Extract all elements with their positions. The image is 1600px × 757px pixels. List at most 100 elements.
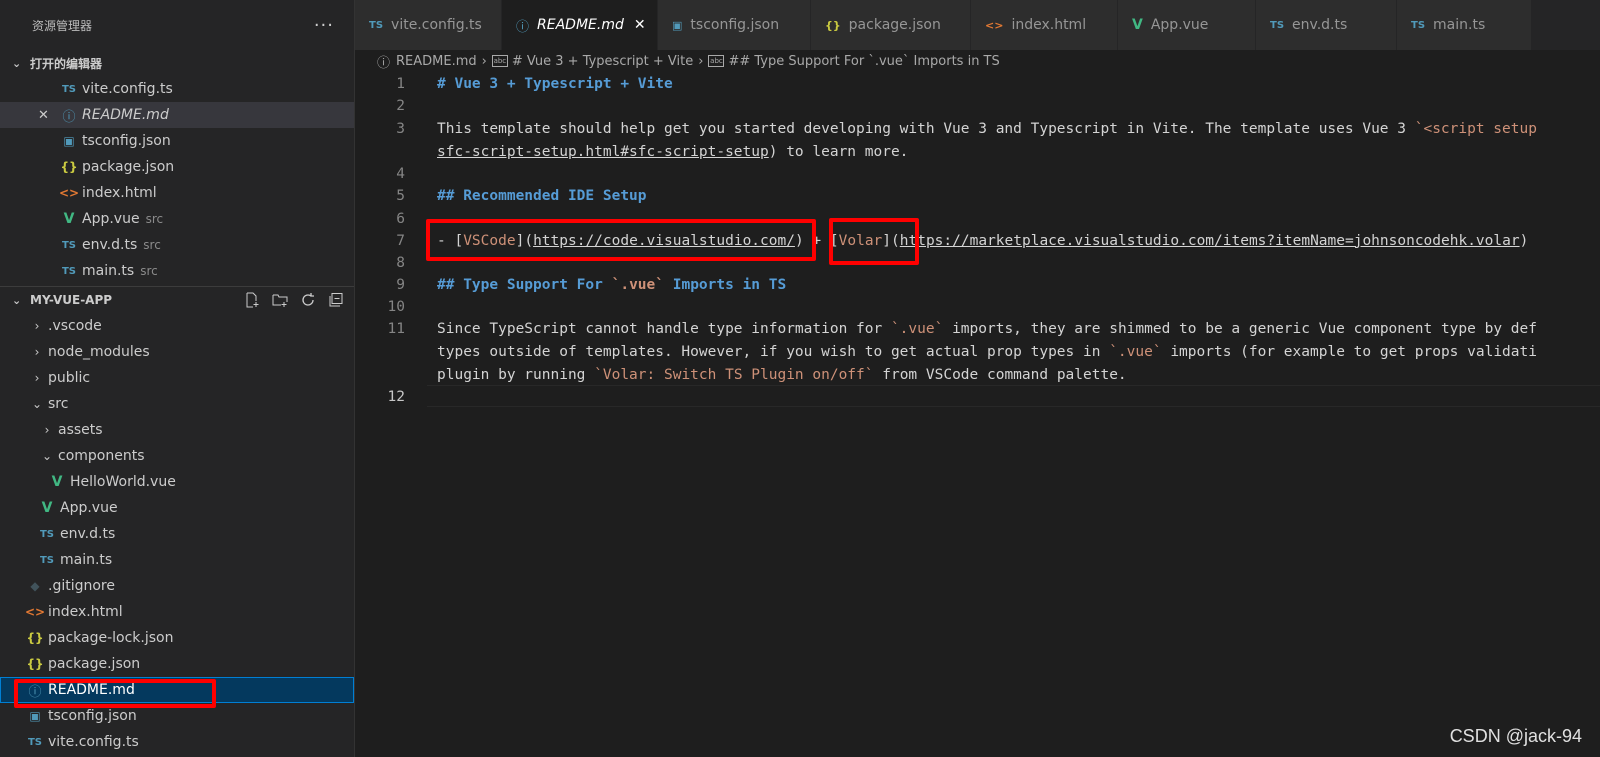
tree-file[interactable]: {} package.json	[0, 651, 354, 677]
url-text[interactable]: https://marketplace.visualstudio.com/ite…	[900, 233, 1520, 249]
close-tab-icon[interactable]: ✕	[634, 17, 646, 33]
current-line-highlight	[427, 385, 1600, 407]
line-text: # Vue 3 + Typescript + Vite	[437, 75, 673, 92]
annotation-box-readme	[14, 679, 216, 708]
line-number: 9	[396, 276, 405, 293]
open-editor-item[interactable]: ▣ tsconfig.json	[0, 128, 354, 154]
tab-label: tsconfig.json	[690, 17, 780, 33]
tree-file[interactable]: {} package-lock.json	[0, 625, 354, 651]
breadcrumb-separator: ›	[481, 53, 487, 69]
project-section-header[interactable]: ⌄ MY-VUE-APP	[0, 287, 354, 313]
breadcrumb-file[interactable]: README.md	[396, 54, 477, 69]
explorer-header: 资源管理器 ···	[0, 0, 354, 50]
tab-env-d-ts[interactable]: TS env.d.ts	[1256, 0, 1397, 50]
tab-label: env.d.ts	[1292, 17, 1348, 33]
bracket: )	[1519, 232, 1529, 249]
open-editor-item[interactable]: {} package.json	[0, 154, 354, 180]
tree-folder[interactable]: › node_modules	[0, 339, 354, 365]
tab-app-vue[interactable]: V App.vue	[1118, 0, 1256, 50]
line-number: 5	[396, 187, 405, 204]
text-segment: Since TypeScript cannot handle type info…	[437, 320, 891, 337]
line-text: ## Type Support For `.vue` Imports in TS	[437, 277, 786, 293]
tree-label: package.json	[48, 656, 141, 672]
line-text: plugin by running `Volar: Switch TS Plug…	[437, 367, 1127, 383]
tab-package-json[interactable]: {} package.json	[811, 0, 971, 50]
tree-folder[interactable]: › .vscode	[0, 313, 354, 339]
text-segment: Imports in TS	[664, 276, 787, 293]
text-segment: ) to learn more.	[768, 143, 909, 160]
breadcrumb-heading-1[interactable]: # Vue 3 + Typescript + Vite	[512, 54, 693, 69]
more-actions-icon[interactable]: ···	[314, 15, 334, 36]
tree-label: .gitignore	[48, 578, 115, 594]
line-number: 8	[396, 254, 405, 271]
tab-label: package.json	[848, 17, 941, 33]
open-editor-item-active[interactable]: ✕ ⓘ README.md	[0, 102, 354, 128]
tab-tsconfig[interactable]: ▣ tsconfig.json	[658, 0, 811, 50]
inline-code: `<script setup	[1414, 120, 1537, 137]
breadcrumb-heading-2[interactable]: ## Type Support For `.vue` Imports in TS	[728, 54, 999, 69]
chevron-down-icon: ⌄	[12, 293, 22, 307]
explorer-sidebar: 资源管理器 ··· ⌄ 打开的编辑器 TS vite.config.ts ✕ ⓘ…	[0, 0, 355, 757]
open-editor-label: index.html	[82, 185, 157, 201]
line-number: 7	[396, 232, 405, 249]
tab-label: main.ts	[1433, 17, 1486, 33]
tab-vite-config[interactable]: TS vite.config.ts	[355, 0, 502, 50]
tab-index-html[interactable]: <> index.html	[971, 0, 1118, 50]
text-segment: ## Type Support For	[437, 276, 612, 293]
json-file-icon: {}	[26, 657, 44, 671]
code-editor[interactable]: 1 # Vue 3 + Typescript + Vite 2 3 This t…	[355, 72, 1600, 757]
tree-file[interactable]: V HelloWorld.vue	[0, 469, 354, 495]
tree-label: node_modules	[48, 344, 150, 360]
tree-file[interactable]: ◆ .gitignore	[0, 573, 354, 599]
text-segment: This template should help get you starte…	[437, 120, 1415, 137]
chevron-down-icon: ⌄	[41, 449, 53, 463]
tree-file[interactable]: V App.vue	[0, 495, 354, 521]
tree-label: assets	[58, 422, 103, 438]
line-number: 11	[387, 320, 405, 337]
tree-folder[interactable]: › public	[0, 365, 354, 391]
tree-label: env.d.ts	[60, 526, 116, 542]
open-editors-section-header[interactable]: ⌄ 打开的编辑器	[0, 50, 354, 76]
tab-main-ts[interactable]: TS main.ts	[1397, 0, 1532, 50]
tree-file[interactable]: <> index.html	[0, 599, 354, 625]
text-segment: plugin by running	[437, 366, 595, 383]
tree-file[interactable]: TS env.d.ts	[0, 521, 354, 547]
open-editor-item[interactable]: <> index.html	[0, 180, 354, 206]
tree-label: main.ts	[60, 552, 113, 568]
info-file-icon: ⓘ	[62, 109, 76, 125]
open-editor-item[interactable]: TS main.ts src	[0, 258, 354, 284]
tree-label: public	[48, 370, 91, 386]
refresh-icon[interactable]	[300, 292, 316, 308]
open-editor-label: main.ts	[82, 263, 135, 279]
new-folder-icon[interactable]	[272, 292, 288, 308]
html-file-icon: <>	[985, 18, 1004, 32]
tree-file[interactable]: TS main.ts	[0, 547, 354, 573]
open-editor-label: App.vue	[82, 211, 140, 227]
breadcrumb-separator: ›	[698, 53, 704, 69]
tab-readme[interactable]: ⓘ README.md ✕	[502, 0, 658, 50]
tree-folder[interactable]: ⌄ components	[0, 443, 354, 469]
tree-folder[interactable]: ⌄ src	[0, 391, 354, 417]
line-number: 2	[396, 97, 405, 114]
url-text[interactable]: sfc-script-setup.html#sfc-script-setup	[437, 144, 769, 160]
close-editor-icon[interactable]: ✕	[38, 108, 60, 123]
chevron-right-icon: ›	[44, 423, 50, 437]
open-editor-item[interactable]: TS env.d.ts src	[0, 232, 354, 258]
collapse-all-icon[interactable]	[328, 292, 344, 308]
new-file-icon[interactable]	[244, 292, 260, 308]
explorer-title: 资源管理器	[32, 18, 93, 33]
chevron-right-icon: ›	[34, 319, 40, 333]
tree-label: vite.config.ts	[48, 734, 139, 750]
tree-label: components	[58, 448, 145, 464]
open-editor-item[interactable]: TS vite.config.ts	[0, 76, 354, 102]
tree-file[interactable]: TS vite.config.ts	[0, 729, 354, 755]
git-file-icon: ◆	[30, 579, 40, 593]
project-title: MY-VUE-APP	[30, 293, 113, 307]
line-number: 4	[396, 165, 405, 182]
line-number: 10	[387, 298, 405, 315]
tree-folder[interactable]: › assets	[0, 417, 354, 443]
open-editor-item[interactable]: V App.vue src	[0, 206, 354, 232]
inline-code: `.vue`	[890, 320, 944, 337]
json-file-icon: {}	[26, 631, 44, 645]
tree-label: App.vue	[60, 500, 118, 516]
